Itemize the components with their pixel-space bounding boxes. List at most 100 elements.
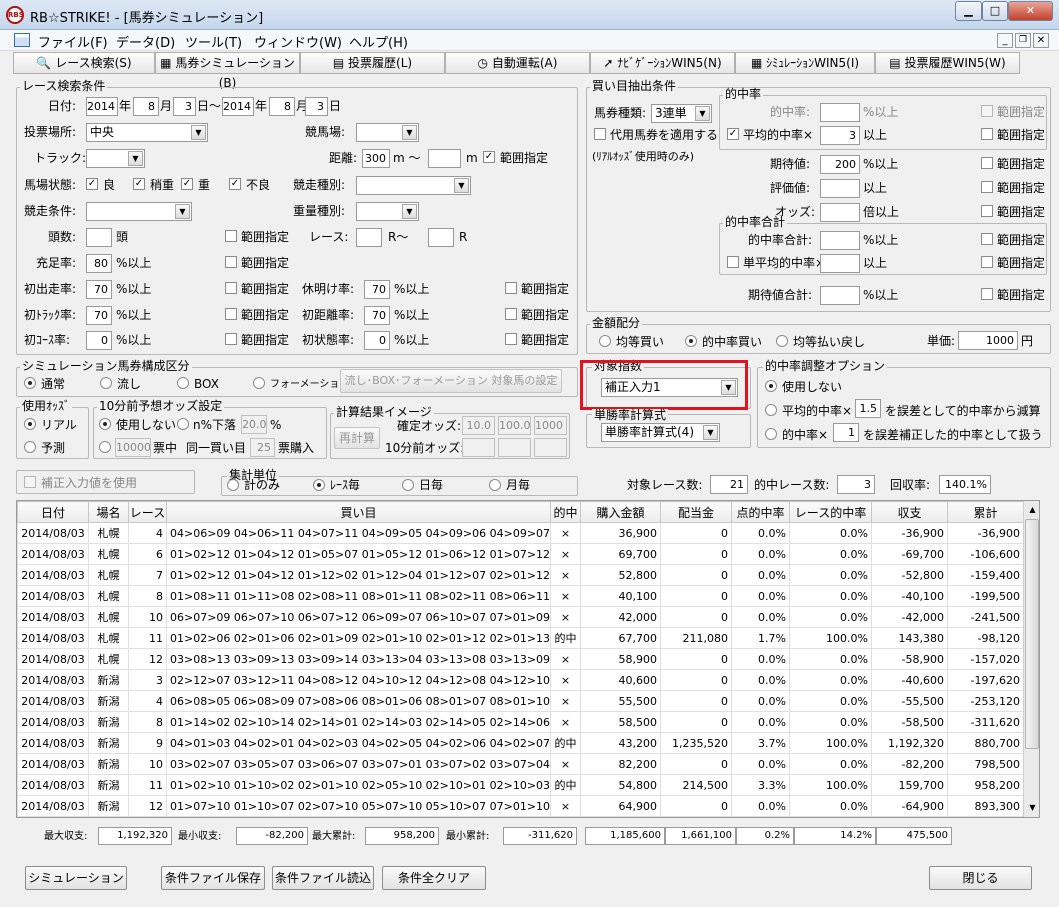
mdi-minimize-button[interactable]: _ — [997, 33, 1013, 48]
race-from-input[interactable] — [356, 228, 382, 247]
rest-range-checkbox[interactable] — [505, 282, 517, 294]
menu-window[interactable]: ウィンドウ(W) — [254, 32, 342, 51]
load-condition-button[interactable]: 条件ファイル読込 — [272, 866, 374, 890]
first-run-range-checkbox[interactable] — [225, 282, 237, 294]
box-radio[interactable] — [177, 377, 189, 389]
normal-radio[interactable] — [24, 377, 36, 389]
table-row[interactable]: 2014/08/03 新潟 12 01>07>10 01>10>07 02>07>10… — [17, 795, 1024, 817]
odds-range-checkbox[interactable] — [981, 205, 993, 217]
table-row[interactable]: 2014/08/03 札幌 4 04>06>09 04>06>11 04>07>11 … — [17, 522, 1024, 544]
race-to-input[interactable] — [428, 228, 454, 247]
odds-input[interactable] — [820, 203, 860, 222]
venue-select[interactable]: 中央 ▼ — [86, 123, 208, 142]
race-type-select[interactable]: ▼ — [356, 176, 471, 195]
tab-simulation-win5[interactable]: ▦ ｼﾐｭﾚｰｼｮﾝWIN5(I) — [735, 52, 875, 74]
column-header[interactable]: 日付 — [17, 501, 89, 523]
substitute-checkbox[interactable] — [594, 128, 606, 140]
weight-select[interactable]: ▼ — [356, 202, 419, 221]
simulate-button[interactable]: シミュレーション — [25, 866, 127, 890]
table-row[interactable]: 2014/08/03 新潟 11 01>02>10 01>10>02 02>01>10… — [17, 774, 1024, 796]
first-track-range-checkbox[interactable] — [225, 308, 237, 320]
ground-bad-checkbox[interactable]: ✓ — [229, 178, 241, 190]
scroll-thumb[interactable] — [1025, 519, 1039, 749]
table-row[interactable]: 2014/08/03 札幌 10 06>07>09 06>07>10 06>07>12… — [17, 606, 1024, 628]
single-avg-input[interactable] — [820, 254, 860, 273]
pre-odds-drop-input[interactable]: 20.0 — [241, 415, 267, 434]
distance-from-input[interactable]: 300 — [362, 149, 390, 168]
track-select[interactable]: ▼ — [86, 149, 145, 168]
to-year-input[interactable]: 2014 — [222, 97, 254, 116]
agg-day-radio[interactable] — [402, 479, 414, 491]
fill-range-checkbox[interactable] — [225, 256, 237, 268]
scroll-down-icon[interactable]: ▼ — [1025, 800, 1039, 816]
save-condition-button[interactable]: 条件ファイル保存 — [161, 866, 265, 890]
table-row[interactable]: 2014/08/03 新潟 9 04>01>03 04>02>01 04>02>03 … — [17, 732, 1024, 754]
unit-price-input[interactable]: 1000 — [958, 331, 1018, 350]
scroll-up-icon[interactable]: ▲ — [1025, 502, 1039, 518]
hit-rate-input[interactable] — [820, 103, 860, 122]
eval-input[interactable] — [820, 179, 860, 198]
column-header[interactable]: レース的中率 — [789, 501, 872, 523]
mdi-restore-button[interactable]: ❐ — [1015, 33, 1031, 48]
pre-odds-count-input[interactable]: 10000 — [115, 438, 151, 457]
menu-help[interactable]: ヘルプ(H) — [349, 32, 408, 51]
eval-range-checkbox[interactable] — [981, 181, 993, 193]
maximize-button[interactable]: □ — [982, 1, 1008, 21]
table-row[interactable]: 2014/08/03 新潟 3 02>12>07 03>12>11 04>08>12 … — [17, 669, 1024, 691]
hit-adjust-opt3-input[interactable]: 1 — [833, 423, 859, 442]
to-month-input[interactable]: 8 — [269, 97, 295, 116]
heads-input[interactable] — [86, 228, 112, 247]
first-dist-input[interactable]: 70 — [364, 306, 390, 325]
avg-hit-range-checkbox[interactable] — [981, 128, 993, 140]
correct-input-checkbox[interactable] — [24, 476, 36, 488]
vertical-scrollbar[interactable]: ▲ ▼ — [1023, 501, 1039, 817]
expect-sum-input[interactable] — [820, 286, 860, 305]
first-state-range-checkbox[interactable] — [505, 333, 517, 345]
tab-vote-history[interactable]: ▤ 投票履歴(L) — [300, 52, 445, 74]
expect-range-checkbox[interactable] — [981, 157, 993, 169]
single-avg-range-checkbox[interactable] — [981, 256, 993, 268]
column-header[interactable]: 点的中率 — [731, 501, 790, 523]
agg-race-radio[interactable] — [313, 479, 325, 491]
table-row[interactable]: 2014/08/03 札幌 7 01>02>12 01>04>12 01>12>02 … — [17, 564, 1024, 586]
race-cond-select[interactable]: ▼ — [86, 202, 192, 221]
distance-to-input[interactable] — [428, 149, 461, 168]
pre-odds-buy-input[interactable]: 25 — [250, 438, 275, 457]
from-day-input[interactable]: 3 — [173, 97, 196, 116]
column-header[interactable]: 累計 — [947, 501, 1024, 523]
hit-adjust-opt2-radio[interactable] — [765, 404, 777, 416]
pre-odds-none-radio[interactable] — [99, 418, 111, 430]
expect-sum-range-checkbox[interactable] — [981, 288, 993, 300]
hit-adjust-opt3-radio[interactable] — [765, 428, 777, 440]
tab-navigation-win5[interactable]: ➚ ﾅﾋﾞｹﾞｰｼｮﾝWIN5(N) — [590, 52, 735, 74]
pre-odds-count-radio[interactable] — [99, 441, 111, 453]
real-odds-radio[interactable] — [24, 418, 36, 430]
to-day-input[interactable]: 3 — [305, 97, 328, 116]
ground-good-checkbox[interactable]: ✓ — [86, 178, 98, 190]
equal-refund-radio[interactable] — [776, 335, 788, 347]
flow-radio[interactable] — [100, 377, 112, 389]
table-row[interactable]: 2014/08/03 札幌 12 03>08>13 03>09>13 03>09>14… — [17, 648, 1024, 670]
formation-radio[interactable] — [253, 377, 265, 389]
first-dist-range-checkbox[interactable] — [505, 308, 517, 320]
fill-rate-input[interactable]: 80 — [86, 254, 112, 273]
single-avg-checkbox[interactable] — [727, 256, 739, 268]
from-month-input[interactable]: 8 — [133, 97, 159, 116]
distance-range-checkbox[interactable]: ✓ — [483, 151, 495, 163]
agg-month-radio[interactable] — [489, 479, 501, 491]
first-course-range-checkbox[interactable] — [225, 333, 237, 345]
menu-data[interactable]: データ(D) — [116, 32, 175, 51]
table-row[interactable]: 2014/08/03 札幌 8 01>08>11 01>11>08 02>08>11 … — [17, 585, 1024, 607]
column-header[interactable]: 的中 — [550, 501, 581, 523]
hit-sum-input[interactable] — [820, 231, 860, 250]
hit-rate-range-checkbox[interactable] — [981, 105, 993, 117]
hit-buy-radio[interactable] — [685, 335, 697, 347]
close-window-button[interactable]: ✕ — [1008, 1, 1053, 21]
first-run-input[interactable]: 70 — [86, 280, 112, 299]
from-year-input[interactable]: 2014 — [86, 97, 118, 116]
avg-hit-input[interactable]: 3 — [820, 126, 860, 145]
expect-input[interactable]: 200 — [820, 155, 860, 174]
tab-auto-run[interactable]: ◷ 自動運転(A) — [445, 52, 590, 74]
target-horse-setup-button[interactable]: 流し･BOX･フォーメーション 対象馬の設定 — [340, 369, 562, 393]
first-track-input[interactable]: 70 — [86, 306, 112, 325]
